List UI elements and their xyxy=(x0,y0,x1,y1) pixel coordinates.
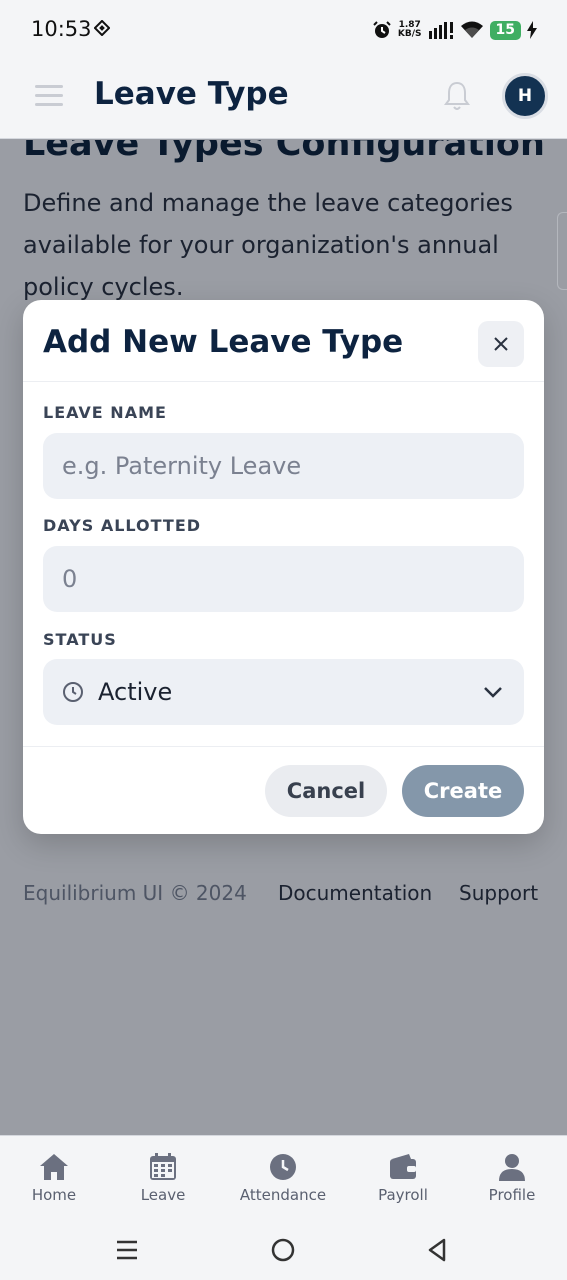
back-icon[interactable] xyxy=(426,1238,448,1262)
modal-footer: Cancel Create xyxy=(23,746,544,834)
nav-label-home: Home xyxy=(31,1186,77,1204)
network-speed-unit: KB/S xyxy=(397,29,422,39)
app-notification-icon xyxy=(94,20,110,36)
nav-label-leave: Leave xyxy=(140,1186,186,1204)
modal-title: Add New Leave Type xyxy=(43,324,404,360)
wifi-icon xyxy=(460,21,483,38)
app-header: Leave Type H xyxy=(0,60,567,139)
calendar-icon xyxy=(150,1153,176,1180)
add-leave-type-modal: Add New Leave Type LEAVE NAME e.g. Pater… xyxy=(23,300,544,834)
clock-icon xyxy=(270,1154,296,1180)
wallet-icon xyxy=(390,1154,416,1179)
scroll-handle[interactable] xyxy=(557,212,567,290)
bell-icon[interactable] xyxy=(443,80,471,112)
nav-item-attendance[interactable]: Attendance xyxy=(228,1152,338,1204)
modal-header: Add New Leave Type xyxy=(23,300,544,382)
leave-name-input[interactable]: e.g. Paternity Leave xyxy=(43,433,524,499)
status-label: STATUS xyxy=(43,630,117,649)
home-button-icon[interactable] xyxy=(271,1238,295,1262)
signal-icon xyxy=(428,22,453,39)
leave-name-placeholder: e.g. Paternity Leave xyxy=(62,452,302,480)
status-selected-value: Active xyxy=(98,678,173,706)
status-time: 10:53 xyxy=(31,17,92,41)
person-icon xyxy=(499,1154,525,1181)
home-icon xyxy=(40,1154,68,1180)
close-icon xyxy=(494,337,508,351)
alarm-icon xyxy=(373,21,391,38)
system-navigation-bar xyxy=(0,1222,567,1280)
status-bar: 10:53 1.87 KB/S 15 xyxy=(0,0,567,60)
chevron-down-icon xyxy=(484,687,502,698)
nav-item-payroll[interactable]: Payroll xyxy=(348,1152,458,1204)
nav-label-profile: Profile xyxy=(488,1186,536,1204)
menu-icon[interactable] xyxy=(35,85,63,107)
footer-copyright: Equilibrium UI © 2024 xyxy=(23,881,247,905)
nav-label-payroll: Payroll xyxy=(378,1186,428,1204)
section-description: Define and manage the leave categories a… xyxy=(23,189,513,301)
footer-link-support[interactable]: Support xyxy=(459,881,538,905)
avatar[interactable]: H xyxy=(502,73,548,119)
battery-level: 15 xyxy=(489,20,521,40)
clock-icon xyxy=(63,682,83,702)
create-button[interactable]: Create xyxy=(402,765,524,817)
status-select[interactable]: Active xyxy=(43,659,524,725)
network-speed: 1.87 KB/S xyxy=(398,21,422,39)
days-allotted-input[interactable]: 0 xyxy=(43,546,524,612)
nav-item-profile[interactable]: Profile xyxy=(457,1152,567,1204)
cancel-button[interactable]: Cancel xyxy=(265,765,387,817)
page-title: Leave Type xyxy=(94,76,289,112)
charging-icon xyxy=(527,21,537,39)
recent-apps-icon[interactable] xyxy=(115,1238,139,1262)
days-allotted-label: DAYS ALLOTTED xyxy=(43,516,202,535)
nav-item-leave[interactable]: Leave xyxy=(108,1152,218,1204)
close-button[interactable] xyxy=(478,321,524,367)
nav-label-attendance: Attendance xyxy=(239,1186,327,1204)
section-heading: Leave Types Configuration xyxy=(23,140,545,164)
leave-name-label: LEAVE NAME xyxy=(43,403,167,422)
nav-item-home[interactable]: Home xyxy=(0,1152,109,1204)
bottom-navigation: Home Leave Attendance Payroll Profile xyxy=(0,1135,567,1222)
footer-link-documentation[interactable]: Documentation xyxy=(278,881,432,905)
days-allotted-placeholder: 0 xyxy=(62,565,78,593)
